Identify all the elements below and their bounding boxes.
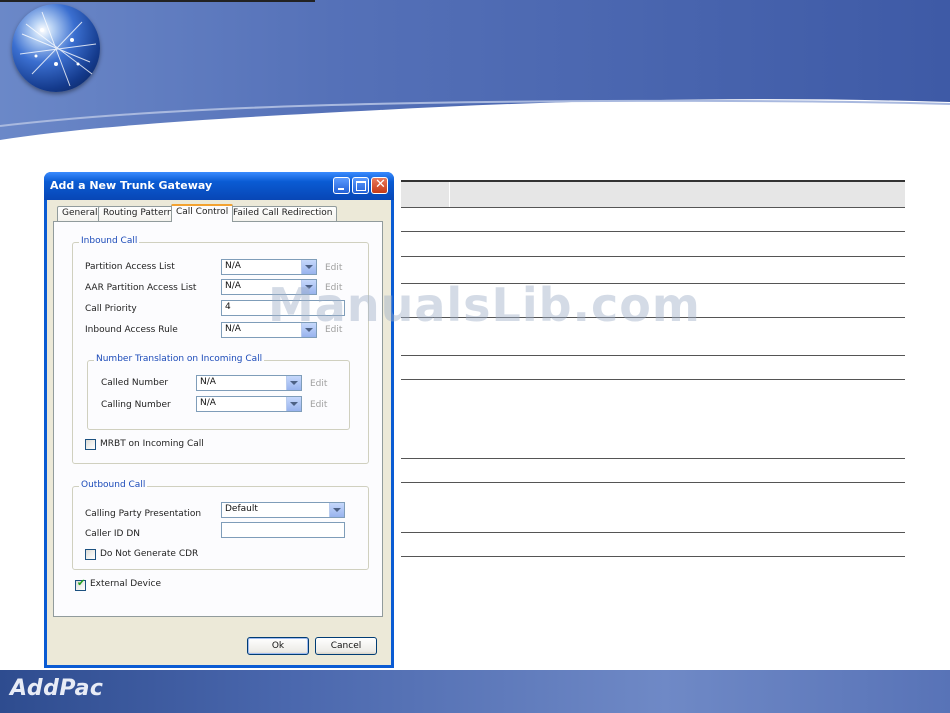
tab-call-control[interactable]: Call Control xyxy=(171,204,234,222)
caller-id-dn-field[interactable] xyxy=(221,522,345,538)
table-header xyxy=(401,180,905,207)
table-row-rule xyxy=(401,207,905,208)
caller-id-dn-label: Caller ID DN xyxy=(85,529,141,539)
partition-access-list-select[interactable]: N/A xyxy=(221,259,317,275)
column-divider xyxy=(449,182,450,207)
inbound-access-rule-label: Inbound Access Rule xyxy=(85,325,178,335)
number-translation-group: Number Translation on Incoming Call Call… xyxy=(87,354,350,430)
mrbt-label: MRBT on Incoming Call xyxy=(100,439,204,449)
globe-logo-icon xyxy=(12,4,100,92)
aar-partition-access-list-value: N/A xyxy=(225,281,241,291)
tab-failed-call-redirection[interactable]: Failed Call Redirection xyxy=(228,206,338,221)
header-banner xyxy=(0,0,950,140)
calling-number-value: N/A xyxy=(200,398,216,408)
table-row-rule xyxy=(401,231,905,232)
dialog-titlebar[interactable]: Add a New Trunk Gateway ✕ xyxy=(44,172,394,200)
called-number-label: Called Number xyxy=(101,378,169,388)
watermark: ManualsLib.com xyxy=(268,278,701,332)
calling-number-label: Calling Number xyxy=(101,400,171,410)
outbound-call-group: Outbound Call Calling Party Presentation… xyxy=(72,480,369,570)
number-translation-title: Number Translation on Incoming Call xyxy=(94,354,265,364)
cancel-button[interactable]: Cancel xyxy=(315,637,377,655)
slide-footer: AddPac xyxy=(0,670,950,713)
do-not-generate-cdr-checkbox[interactable] xyxy=(85,549,96,560)
partition-access-list-edit[interactable]: Edit xyxy=(325,263,342,273)
dialog-title: Add a New Trunk Gateway xyxy=(50,179,213,192)
external-device-checkbox[interactable] xyxy=(75,578,86,591)
close-button[interactable]: ✕ xyxy=(371,177,388,194)
maximize-button[interactable] xyxy=(352,177,369,194)
tab-routing-pattern[interactable]: Routing Pattern xyxy=(98,206,178,221)
outbound-call-title: Outbound Call xyxy=(79,480,148,490)
inbound-call-title: Inbound Call xyxy=(79,236,140,246)
mrbt-checkbox[interactable] xyxy=(85,439,96,450)
aar-partition-access-list-label: AAR Partition Access List xyxy=(85,283,197,293)
trunk-gateway-dialog: Add a New Trunk Gateway ✕ General Routin… xyxy=(44,172,394,668)
close-icon: ✕ xyxy=(375,177,386,192)
ok-button[interactable]: Ok xyxy=(247,637,309,655)
table-row-rule xyxy=(401,482,905,483)
table-row-rule xyxy=(401,458,905,459)
table-row-rule xyxy=(401,556,905,557)
minimize-button[interactable] xyxy=(333,177,350,194)
do-not-generate-cdr-label: Do Not Generate CDR xyxy=(100,549,199,559)
called-number-edit[interactable]: Edit xyxy=(310,379,327,389)
chevron-down-icon[interactable] xyxy=(286,397,301,411)
calling-number-edit[interactable]: Edit xyxy=(310,400,327,410)
chevron-down-icon[interactable] xyxy=(286,376,301,390)
external-device-label: External Device xyxy=(90,579,161,589)
addpac-logo: AddPac xyxy=(10,676,104,701)
calling-party-presentation-value: Default xyxy=(225,504,258,514)
dialog-client-area: General Routing Pattern Call Control Fai… xyxy=(47,200,391,665)
table-row-rule xyxy=(401,532,905,533)
inbound-access-rule-value: N/A xyxy=(225,324,241,334)
calling-number-select[interactable]: N/A xyxy=(196,396,302,412)
tab-general[interactable]: General xyxy=(57,206,103,221)
calling-party-presentation-label: Calling Party Presentation xyxy=(85,509,202,519)
table-row-rule xyxy=(401,355,905,356)
chevron-down-icon[interactable] xyxy=(301,260,316,274)
partition-access-list-value: N/A xyxy=(225,261,241,271)
slide-header xyxy=(0,0,950,140)
table-row-rule xyxy=(401,379,905,380)
table-row-rule xyxy=(401,256,905,257)
partition-access-list-label: Partition Access List xyxy=(85,262,175,272)
calling-party-presentation-select[interactable]: Default xyxy=(221,502,345,518)
call-priority-label: Call Priority xyxy=(85,304,137,314)
called-number-select[interactable]: N/A xyxy=(196,375,302,391)
top-rule xyxy=(0,0,315,2)
inbound-call-group: Inbound Call Partition Access List N/A E… xyxy=(72,236,369,464)
called-number-value: N/A xyxy=(200,377,216,387)
chevron-down-icon[interactable] xyxy=(329,503,344,517)
content-table xyxy=(401,180,905,558)
